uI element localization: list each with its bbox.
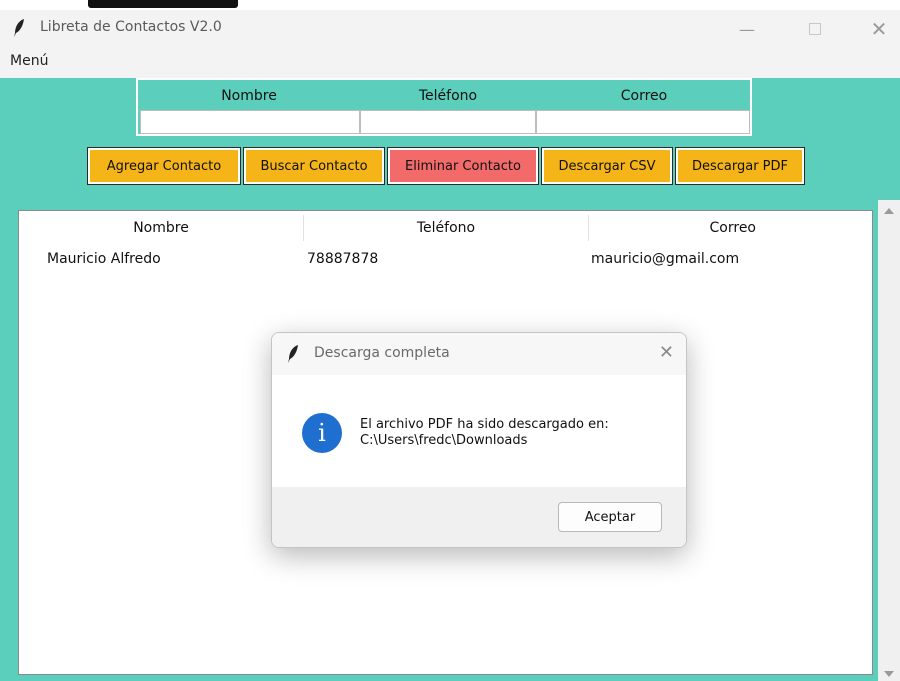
dialog-message-line2: C:\Users\fredc\Downloads xyxy=(360,433,528,448)
dialog-title-bar: Descarga completa ✕ xyxy=(272,333,686,375)
table-cell-name[interactable]: Mauricio Alfredo xyxy=(47,251,161,267)
feather-icon xyxy=(288,345,298,363)
menu-item-menu[interactable]: Menú xyxy=(10,53,48,69)
column-header-phone[interactable]: Teléfono xyxy=(304,211,588,245)
download-csv-button[interactable]: Descargar CSV xyxy=(541,147,673,185)
dialog-footer: Aceptar xyxy=(272,487,686,547)
phone-input[interactable] xyxy=(360,110,536,134)
email-label: Correo xyxy=(620,88,668,104)
close-button[interactable]: ✕ xyxy=(856,10,900,48)
cropped-header-mark xyxy=(88,0,238,8)
download-pdf-button[interactable]: Descargar PDF xyxy=(675,147,805,185)
info-icon: i xyxy=(302,413,342,453)
scroll-down-icon[interactable] xyxy=(884,671,894,677)
accept-button[interactable]: Aceptar xyxy=(558,502,662,532)
column-header-email[interactable]: Correo xyxy=(589,211,872,245)
dialog-close-icon[interactable]: ✕ xyxy=(659,342,674,363)
column-header-name[interactable]: Nombre xyxy=(19,211,303,245)
minimize-button[interactable]: — xyxy=(724,10,770,48)
top-strip xyxy=(0,0,900,10)
table-cell-phone[interactable]: 78887878 xyxy=(307,251,378,267)
download-complete-dialog: Descarga completa ✕ i El archivo PDF ha … xyxy=(271,332,687,548)
add-contact-button[interactable]: Agregar Contacto xyxy=(87,147,241,185)
minimize-icon: — xyxy=(739,19,755,39)
name-input[interactable] xyxy=(140,110,360,134)
scroll-up-icon[interactable] xyxy=(884,208,894,214)
delete-contact-button[interactable]: Eliminar Contacto xyxy=(387,147,539,185)
vertical-scrollbar[interactable] xyxy=(878,200,900,681)
dialog-message: El archivo PDF ha sido descargado en: C:… xyxy=(360,417,609,449)
dialog-title: Descarga completa xyxy=(314,345,450,361)
table-cell-email[interactable]: mauricio@gmail.com xyxy=(591,251,739,267)
title-bar: Libreta de Contactos V2.0 — ✕ xyxy=(0,10,900,48)
name-label: Nombre xyxy=(221,88,277,104)
contact-form: Nombre Teléfono Correo xyxy=(136,78,752,136)
email-input[interactable] xyxy=(536,110,750,134)
menu-bar: Menú xyxy=(0,48,900,78)
feather-icon xyxy=(14,19,24,37)
dialog-message-line1: El archivo PDF ha sido descargado en: xyxy=(360,417,609,432)
search-contact-button[interactable]: Buscar Contacto xyxy=(243,147,385,185)
close-icon: ✕ xyxy=(870,17,888,41)
maximize-icon xyxy=(809,23,821,35)
maximize-button[interactable] xyxy=(792,10,838,48)
dialog-body: i El archivo PDF ha sido descargado en: … xyxy=(272,375,686,487)
phone-label: Teléfono xyxy=(418,88,478,104)
window-title: Libreta de Contactos V2.0 xyxy=(40,19,222,35)
